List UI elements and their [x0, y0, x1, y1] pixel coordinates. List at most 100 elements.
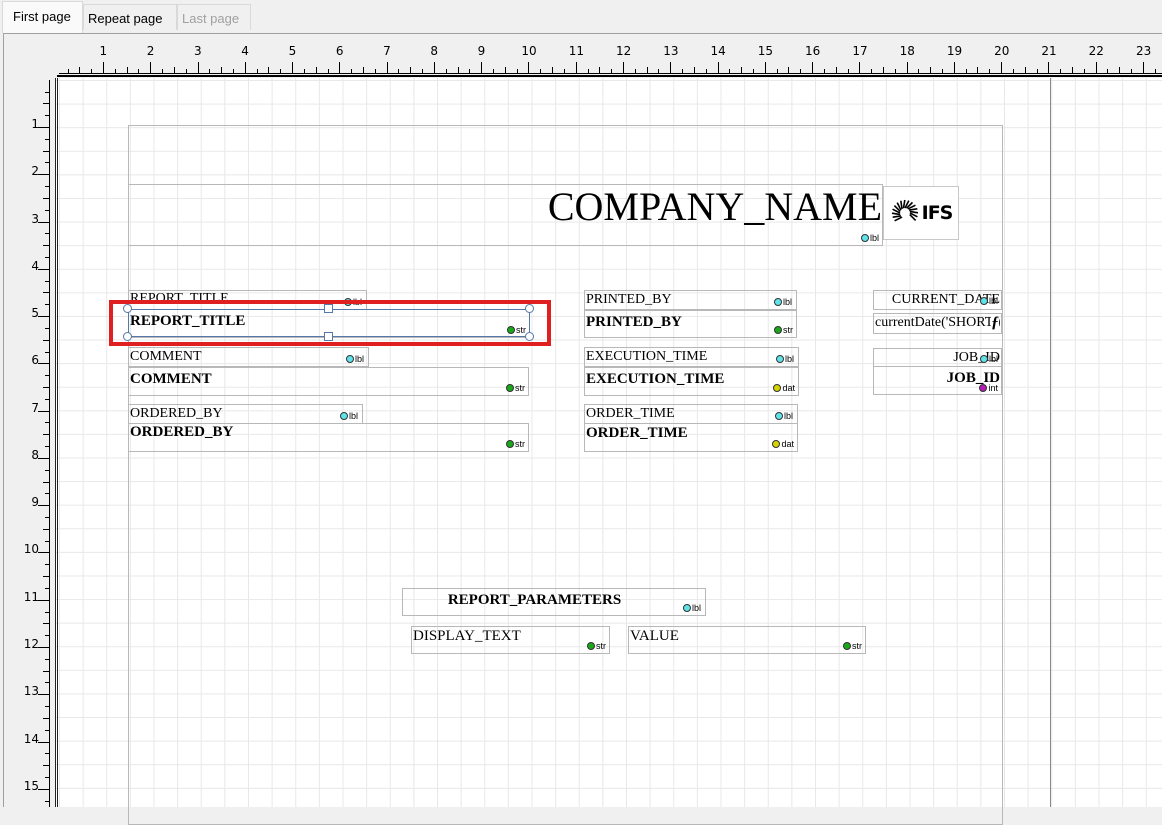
execution-time-field[interactable]: EXECUTION_TIME dat [584, 367, 799, 396]
field-text: COMMENT [130, 349, 202, 364]
ruler-label: 8 [31, 447, 39, 462]
type-dot-icon [979, 297, 988, 305]
type-dot-icon [774, 412, 783, 420]
field-text: ORDERED_BY [130, 424, 234, 440]
ruler-label: 5 [31, 306, 39, 321]
company-name-field[interactable]: COMPANY_NAME lbl [128, 184, 883, 246]
ruler-label: 12 [23, 636, 39, 651]
date-type-badge: dat [772, 439, 794, 449]
ruler-label: 13 [23, 684, 39, 699]
tab-first-page[interactable]: First page [2, 1, 83, 33]
ifs-sunburst-icon [891, 199, 918, 222]
type-dot-icon [772, 440, 781, 448]
value-field[interactable]: VALUE str [628, 626, 866, 654]
ruler-label: 3 [31, 211, 39, 226]
type-dot-icon [773, 298, 782, 306]
type-label: dat [782, 383, 795, 393]
sunburst-ray [892, 215, 901, 218]
ruler-label: 14 [23, 731, 39, 746]
type-dot-icon [979, 384, 988, 392]
ruler-label: 2 [146, 44, 155, 58]
type-label: dat [781, 439, 794, 449]
type-label: lbl [782, 297, 792, 307]
type-dot-icon [682, 604, 691, 612]
ruler-label: 6 [31, 353, 39, 368]
ordered-by-label[interactable]: ORDERED_BY lbl [128, 404, 363, 424]
field-text: COMMENT [130, 371, 212, 387]
vertical-ruler: 1 2 3 4 5 6 7 8 9 10 11 12 13 14 15 [0, 78, 54, 807]
type-dot-icon [345, 355, 354, 363]
type-label: int [988, 383, 998, 393]
type-dot-icon [774, 326, 782, 334]
label-type-badge: lbl [979, 354, 998, 364]
ruler-label: 4 [241, 44, 249, 58]
type-dot-icon [506, 440, 514, 448]
job-id-label[interactable]: JOB_ID lbl [873, 348, 1002, 367]
ruler-label: 12 [615, 44, 632, 58]
ruler-label: 4 [31, 258, 39, 273]
ruler-label: 14 [710, 44, 726, 58]
field-text: PRINTED_BY [586, 314, 682, 330]
sunburst-ray [899, 200, 903, 210]
type-label: lbl [348, 411, 358, 421]
field-text: currentDate('SHORT') [875, 315, 1001, 330]
display-text-field[interactable]: DISPLAY_TEXT str [411, 626, 610, 654]
ruler-label: 5 [288, 44, 297, 58]
current-date-label[interactable]: CURRENT_DATE lbl [873, 290, 1002, 310]
type-label: lbl [783, 411, 793, 421]
type-dot-icon [506, 384, 514, 392]
type-dot-icon [843, 642, 851, 650]
comment-label[interactable]: COMMENT lbl [128, 347, 369, 367]
page-right-edge [1050, 78, 1051, 807]
field-text: ORDER_TIME [586, 406, 675, 421]
sunburst-ray [909, 210, 918, 214]
tab-last-page[interactable]: Last page [177, 4, 251, 30]
type-dot-icon [339, 412, 348, 420]
ruler-label: 15 [757, 44, 774, 58]
sunburst-ray [893, 216, 903, 222]
printed-by-field[interactable]: PRINTED_BYstr [584, 310, 797, 338]
job-id-field[interactable]: JOB_ID int [873, 366, 1002, 395]
ruler-label: 1 [99, 44, 108, 58]
order-time-field[interactable]: ORDER_TIME dat [584, 423, 798, 452]
type-dot-icon [979, 355, 988, 363]
sunburst-ray [891, 212, 901, 216]
type-label: str [852, 641, 862, 651]
ruler-label: 3 [194, 44, 202, 58]
tab-repeat-page[interactable]: Repeat page [83, 4, 177, 30]
type-label: lbl [691, 603, 701, 613]
integer-type-badge: int [979, 383, 998, 393]
field-text: PRINTED_BY [586, 292, 672, 307]
date-type-badge: dat [773, 383, 795, 393]
company-logo[interactable]: IFS [883, 186, 959, 240]
label-type-badge: lbl [775, 354, 794, 364]
ruler-label: 21 [1041, 44, 1057, 58]
current-date-field[interactable]: currentDate('SHORT') ƒ [873, 313, 1002, 334]
ordered-by-field[interactable]: ORDERED_BY str [128, 423, 529, 452]
string-type-badge: str [774, 325, 793, 335]
execution-time-label[interactable]: EXECUTION_TIME lbl [584, 347, 799, 367]
label-type-badge: lbl [339, 411, 358, 421]
ruler-label: 2 [31, 164, 39, 179]
logo-text: IFS [921, 202, 954, 224]
field-text: DISPLAY_TEXT [413, 628, 521, 644]
type-label: lbl [869, 233, 879, 243]
type-dot-icon [773, 384, 782, 392]
comment-field[interactable]: COMMENT str [128, 367, 529, 396]
ruler-label: 16 [805, 44, 821, 58]
field-text: VALUE [630, 628, 679, 644]
field-text: REPORT_PARAMETERS [447, 592, 622, 608]
company-name-text: COMPANY_NAME [547, 184, 882, 229]
string-type-badge: str [843, 641, 862, 651]
printed-by-label[interactable]: PRINTED_BY lbl [584, 290, 797, 310]
label-type-badge: lbl [345, 354, 364, 364]
order-time-label[interactable]: ORDER_TIME lbl [584, 404, 798, 424]
report-parameters-label[interactable]: REPORT_PARAMETERSlbl [402, 588, 706, 616]
ruler-label: 11 [568, 44, 584, 58]
label-type-badge: lbl [860, 233, 879, 243]
type-label: str [515, 383, 525, 393]
type-label: lbl [988, 296, 998, 306]
string-type-badge: str [506, 383, 525, 393]
page-tabs: Repeat page Last page First page [0, 0, 1162, 33]
ruler-label: 9 [31, 495, 39, 510]
